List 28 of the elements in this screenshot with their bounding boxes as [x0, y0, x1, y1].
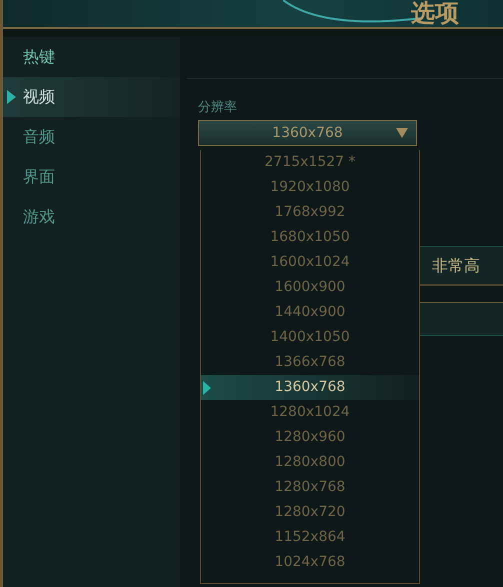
resolution-option[interactable]: 1152x864: [201, 525, 419, 550]
resolution-option[interactable]: 1400x1050: [201, 325, 419, 350]
window-title: 选项: [411, 0, 459, 27]
resolution-option[interactable]: 1360x768: [201, 375, 419, 400]
sidebar-item[interactable]: 音频: [3, 117, 180, 157]
sidebar-item[interactable]: 游戏: [3, 197, 180, 237]
resolution-option[interactable]: 1680x1050: [201, 225, 419, 250]
arrow-icon: [203, 381, 211, 395]
caret-icon: [396, 128, 408, 138]
resolution-option[interactable]: 1280x720: [201, 500, 419, 525]
arrow-icon: [7, 90, 16, 104]
resolution-option[interactable]: 2715x1527 *: [201, 150, 419, 175]
resolution-option[interactable]: 1366x768: [201, 350, 419, 375]
resolution-option[interactable]: 1024x768: [201, 550, 419, 575]
resolution-option[interactable]: 1440x900: [201, 300, 419, 325]
resolution-option[interactable]: 1920x1080: [201, 175, 419, 200]
resolution-option[interactable]: 1280x1024: [201, 400, 419, 425]
sidebar-item[interactable]: 视频: [3, 77, 180, 117]
sidebar-item[interactable]: 界面: [3, 157, 180, 197]
resolution-option[interactable]: 1768x992: [201, 200, 419, 225]
resolution-option[interactable]: 1280x800: [201, 450, 419, 475]
resolution-dropdown[interactable]: 1360x768: [198, 120, 417, 146]
resolution-option[interactable]: 1280x960: [201, 425, 419, 450]
resolution-option[interactable]: 1600x900: [201, 275, 419, 300]
sidebar-item[interactable]: 热键: [3, 37, 180, 77]
resolution-option[interactable]: 1600x1024: [201, 250, 419, 275]
field-label: 分辨率: [198, 99, 238, 117]
resolution-option[interactable]: 1280x768: [201, 475, 419, 500]
